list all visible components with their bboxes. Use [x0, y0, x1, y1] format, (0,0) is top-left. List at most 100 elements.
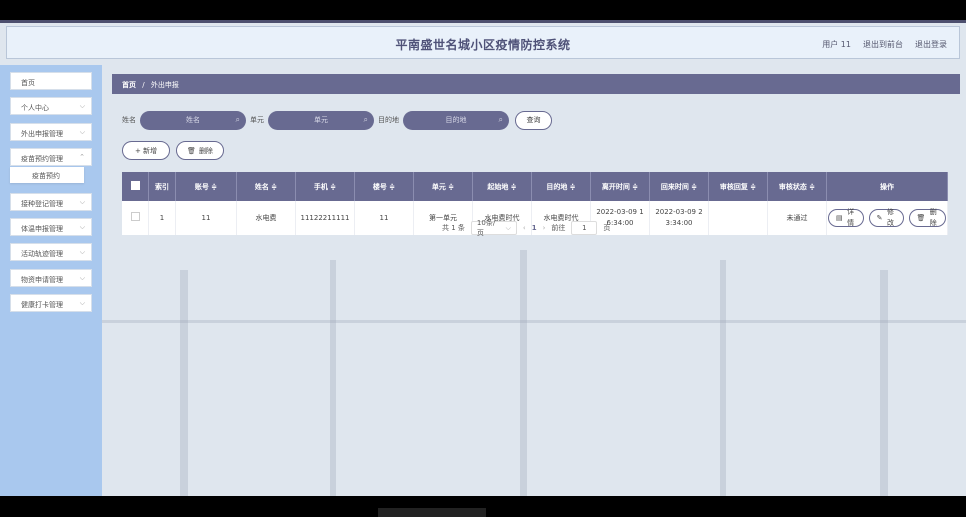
edit-button[interactable]: ✎ 修改 — [868, 208, 904, 227]
background-decoration — [720, 260, 726, 496]
sidebar-item-trajectory[interactable]: 活动轨迹管理 ⌵ — [10, 243, 92, 261]
sidebar-item-supplies[interactable]: 物资申请管理 ⌵ — [10, 269, 92, 287]
column-header[interactable]: 审核状态 ≑ — [767, 172, 827, 201]
sidebar: 首页 个人中心 ⌵ 外出申报管理 ⌵ 疫苗预约管理 ⌃ 疫苗预约 接种登记管理 ⌵ 体温… — [0, 65, 102, 496]
sidebar-item-vaccine[interactable]: 疫苗预约管理 ⌃ — [10, 148, 92, 166]
delete-button-label: 删除 — [198, 146, 213, 155]
breadcrumb-home[interactable]: 首页 — [122, 81, 136, 89]
cell-reply — [708, 201, 768, 235]
sidebar-item-temperature[interactable]: 体温申报管理 ⌵ — [10, 218, 92, 236]
top-strip — [0, 20, 966, 23]
chevron-up-icon: ⌃ — [79, 153, 85, 161]
pagination: 共 1 条 10条/页 ⌵ ‹ 1 › 前往 1 页 — [442, 219, 610, 237]
cell-return-time: 2022-03-09 23:34:00 — [649, 201, 709, 235]
query-button[interactable]: 查询 — [515, 110, 552, 130]
trash-icon: 🗑 — [916, 213, 926, 222]
destination-search-input[interactable]: 目的地 ⌕ — [403, 110, 509, 130]
column-header[interactable]: 账号 ≑ — [175, 172, 237, 201]
background-decoration — [520, 250, 527, 496]
sidebar-item-label: 体温申报管理 — [21, 225, 63, 233]
name-search-input[interactable]: 姓名 ⌕ — [140, 110, 246, 130]
row-delete-button-label: 删除 — [929, 208, 937, 227]
destination-label: 目的地 — [378, 116, 399, 124]
sidebar-item-label: 首页 — [21, 79, 35, 87]
app-header: 平南盛世名城小区疫情防控系统 用户 11 退出到前台 退出登录 — [6, 26, 960, 59]
unit-placeholder: 单元 — [314, 116, 328, 124]
cell-name: 水电费 — [236, 201, 296, 235]
chevron-down-icon: ⌵ — [505, 223, 511, 232]
chevron-down-icon: ⌵ — [79, 274, 85, 282]
column-header[interactable]: 目的地 ≑ — [531, 172, 591, 201]
sidebar-item-label: 外出申报管理 — [21, 130, 63, 138]
column-header[interactable]: 姓名 ≑ — [236, 172, 296, 201]
prev-page-button[interactable]: ‹ — [523, 224, 526, 232]
edit-button-label: 修改 — [886, 208, 894, 227]
background-decoration — [880, 270, 888, 496]
action-bar: + 新增 🗑 删除 — [122, 141, 224, 160]
cell-status: 未通过 — [767, 201, 827, 235]
sidebar-item-home[interactable]: 首页 — [10, 72, 92, 90]
chevron-down-icon: ⌵ — [79, 248, 85, 256]
chevron-down-icon: ⌵ — [79, 299, 85, 307]
search-icon: ⌕ — [363, 114, 368, 124]
chevron-down-icon: ⌵ — [79, 223, 85, 231]
chevron-down-icon: ⌵ — [79, 102, 85, 110]
sidebar-item-vaccination[interactable]: 接种登记管理 ⌵ — [10, 193, 92, 211]
next-page-button[interactable]: › — [543, 224, 546, 232]
search-icon: ⌕ — [235, 114, 240, 124]
breadcrumb-current: 外出申报 — [150, 81, 179, 89]
cell-phone: 11122211111 — [295, 201, 355, 235]
sidebar-item-label: 活动轨迹管理 — [21, 250, 63, 258]
document-icon: ▤ — [836, 213, 843, 222]
page-size-value: 10条/页 — [476, 219, 496, 237]
background-decoration — [102, 320, 966, 323]
column-header[interactable]: 回来时间 ≑ — [649, 172, 709, 201]
pencil-icon: ✎ — [876, 213, 883, 222]
sidebar-item-label: 接种登记管理 — [21, 200, 63, 208]
column-header[interactable]: 起始地 ≑ — [472, 172, 532, 201]
goto-label: 前往 — [551, 224, 566, 232]
column-header[interactable]: 手机 ≑ — [295, 172, 355, 201]
row-checkbox[interactable] — [122, 201, 149, 235]
cell-building: 11 — [354, 201, 414, 235]
pagination-total: 共 1 条 — [442, 224, 465, 232]
sidebar-item-label: 健康打卡管理 — [21, 301, 63, 309]
chevron-down-icon: ⌵ — [79, 128, 85, 136]
user-label[interactable]: 用户 11 — [822, 39, 851, 50]
search-icon: ⌕ — [498, 114, 503, 124]
table-header-row: 索引 账号 ≑ 姓名 ≑ 手机 ≑ 楼号 ≑ 单元 ≑ 起始地 ≑ 目的地 ≑ … — [122, 172, 948, 201]
column-header[interactable]: 单元 ≑ — [413, 172, 473, 201]
detail-button[interactable]: ▤ 详情 — [828, 208, 864, 227]
sidebar-item-health-checkin[interactable]: 健康打卡管理 ⌵ — [10, 294, 92, 312]
sidebar-item-label: 物资申请管理 — [21, 276, 63, 284]
chevron-down-icon: ⌵ — [79, 198, 85, 206]
trash-icon: 🗑 — [187, 146, 196, 155]
current-page[interactable]: 1 — [532, 224, 537, 232]
delete-button[interactable]: 🗑 删除 — [176, 141, 224, 160]
column-header[interactable]: 审核回复 ≑ — [708, 172, 768, 201]
column-header[interactable]: 离开时间 ≑ — [590, 172, 650, 201]
select-all-checkbox[interactable] — [122, 172, 149, 201]
app-title: 平南盛世名城小区疫情防控系统 — [395, 38, 571, 52]
goto-page-input[interactable]: 1 — [571, 221, 598, 235]
back-to-front-link[interactable]: 退出到前台 — [863, 39, 903, 50]
background-decoration — [330, 260, 336, 496]
breadcrumb: 首页 / 外出申报 — [112, 74, 960, 94]
unit-search-input[interactable]: 单元 ⌕ — [268, 110, 374, 130]
background-decoration — [180, 270, 188, 496]
sidebar-item-profile[interactable]: 个人中心 ⌵ — [10, 97, 92, 115]
add-button[interactable]: + 新增 — [122, 141, 170, 160]
name-label: 姓名 — [122, 116, 136, 124]
column-header[interactable]: 楼号 ≑ — [354, 172, 414, 201]
bottom-bar — [378, 508, 486, 517]
logout-link[interactable]: 退出登录 — [915, 39, 947, 50]
name-placeholder: 姓名 — [186, 116, 200, 124]
sidebar-item-outing[interactable]: 外出申报管理 ⌵ — [10, 123, 92, 141]
cell-account: 11 — [175, 201, 237, 235]
row-delete-button[interactable]: 🗑 删除 — [908, 208, 946, 227]
sidebar-item-label: 疫苗预约管理 — [21, 155, 63, 163]
cell-index: 1 — [148, 201, 176, 235]
search-bar: 姓名 姓名 ⌕ 单元 单元 ⌕ 目的地 目的地 ⌕ 查询 — [122, 110, 552, 130]
submenu-item-vaccine-booking[interactable]: 疫苗预约 — [10, 167, 84, 183]
page-size-select[interactable]: 10条/页 ⌵ — [470, 219, 517, 237]
